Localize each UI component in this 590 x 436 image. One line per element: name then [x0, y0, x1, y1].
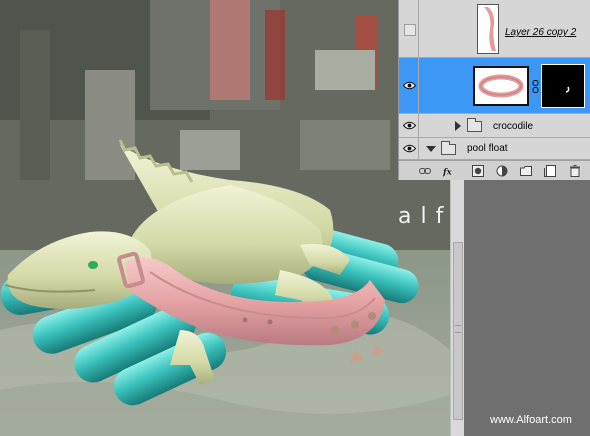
- layer-row-pool-float[interactable]: pool float: [399, 138, 590, 160]
- folder-icon: [467, 118, 482, 132]
- scrollbar-grip-icon: [455, 325, 461, 333]
- group-name[interactable]: crocodile: [493, 121, 533, 132]
- watermark-text: alf: [398, 204, 450, 229]
- eye-icon[interactable]: [403, 121, 416, 130]
- document-canvas[interactable]: alf: [0, 0, 450, 436]
- vertical-scrollbar[interactable]: [450, 180, 464, 436]
- new-group-icon[interactable]: [520, 165, 532, 177]
- layer-mask-thumbnail[interactable]: [541, 64, 585, 108]
- layer-row-layer-26-copy-2[interactable]: Layer 26 copy 2: [399, 0, 590, 58]
- layer-name[interactable]: Layer 26 copy 2: [505, 27, 576, 38]
- layer-row-crocodile[interactable]: crocodile: [399, 114, 590, 138]
- collapse-arrow-icon[interactable]: [426, 146, 436, 152]
- mask-shape-icon: [565, 86, 570, 93]
- adjustment-icon[interactable]: [496, 165, 508, 177]
- photoshop-window: alf www.Alfoart.com Layer 26 copy 2 croc…: [0, 0, 590, 436]
- layers-panel-footer: fx: [399, 160, 590, 180]
- visibility-toggle-empty[interactable]: [404, 24, 416, 36]
- layers-panel: Layer 26 copy 2 crocodile pool float fx: [398, 0, 590, 180]
- eye-icon[interactable]: [403, 144, 416, 153]
- visibility-cell[interactable]: [399, 0, 419, 57]
- layer-row-selected[interactable]: [399, 58, 590, 114]
- layer-thumbnail: [477, 4, 499, 54]
- artwork: [0, 0, 450, 436]
- trash-icon[interactable]: [569, 165, 581, 177]
- collar-thumbnail-icon: [478, 5, 498, 53]
- new-layer-icon[interactable]: [544, 165, 556, 177]
- visibility-cell[interactable]: [399, 114, 419, 137]
- visibility-cell[interactable]: [399, 58, 419, 113]
- layer-thumbnail: [473, 66, 529, 106]
- eye-icon[interactable]: [403, 81, 416, 90]
- mask-icon[interactable]: [472, 165, 484, 177]
- expand-arrow-icon[interactable]: [455, 121, 461, 131]
- folder-icon: [441, 141, 456, 155]
- chain-link-icon[interactable]: [532, 80, 539, 93]
- workspace-background: [464, 180, 590, 436]
- collar-thumbnail-icon: [475, 68, 527, 104]
- group-name[interactable]: pool float: [467, 143, 508, 154]
- fx-icon[interactable]: fx: [443, 165, 455, 177]
- link-icon[interactable]: [419, 165, 431, 177]
- visibility-cell[interactable]: [399, 138, 419, 159]
- svg-text:fx: fx: [443, 167, 453, 177]
- site-credit: www.Alfoart.com: [490, 414, 572, 426]
